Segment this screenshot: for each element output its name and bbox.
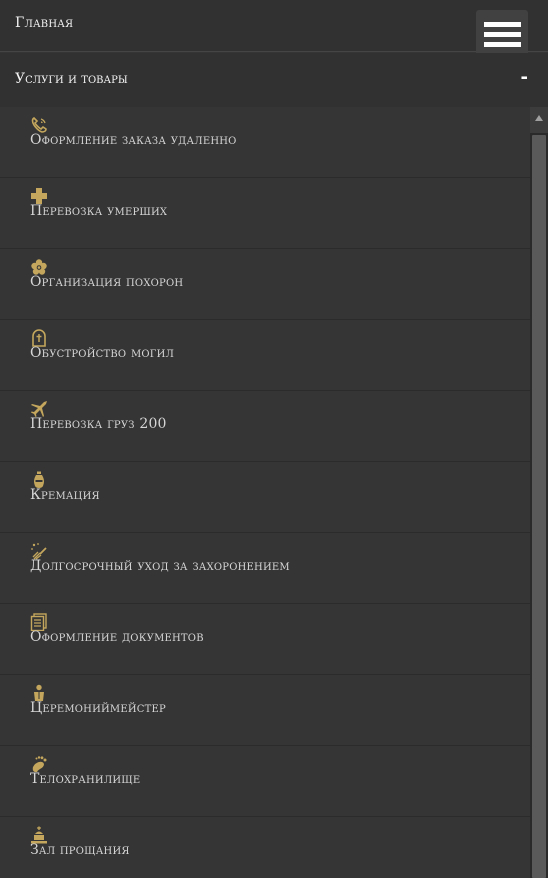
- scroll-up-arrow[interactable]: [530, 107, 548, 133]
- hamburger-line: [483, 32, 521, 37]
- nav-section-services[interactable]: Услуги и товары -: [0, 53, 548, 107]
- submenu-item-cargo-200[interactable]: Перевозка груз 200: [0, 391, 530, 462]
- submenu-item-funeral-organization[interactable]: Организация похорон: [0, 249, 530, 320]
- submenu-item-label: Долгосрочный уход за захоронением: [30, 558, 290, 574]
- submenu-item-label: Обустройство могил: [30, 345, 175, 361]
- nav-item-home-label: Главная: [15, 15, 74, 31]
- nav-item-home[interactable]: Главная: [0, 0, 548, 59]
- submenu-item-morgue[interactable]: Телохранилище: [0, 746, 530, 817]
- submenu-item-label: Кремация: [30, 487, 100, 503]
- mobile-menu-page: Главная Услуги и товары - Оформление зак…: [0, 0, 548, 878]
- vertical-scrollbar[interactable]: [530, 107, 548, 878]
- hamburger-line: [483, 42, 521, 47]
- submenu-item-label: Телохранилище: [30, 771, 141, 787]
- submenu-item-label: Перевозка умерших: [30, 203, 168, 219]
- collapse-icon[interactable]: -: [521, 67, 528, 88]
- scroll-thumb[interactable]: [532, 135, 546, 878]
- hamburger-menu-button[interactable]: [476, 10, 528, 59]
- submenu-item-label: Организация похорон: [30, 274, 184, 290]
- nav-section-services-label: Услуги и товары: [15, 71, 128, 87]
- hamburger-line: [483, 22, 521, 27]
- submenu-item-label: Оформление документов: [30, 629, 204, 645]
- submenu-item-master-of-ceremonies[interactable]: Церемониймейстер: [0, 675, 530, 746]
- submenu-item-label: Перевозка груз 200: [30, 416, 167, 432]
- submenu-item-label: Зал прощания: [30, 842, 130, 858]
- submenu-item-grave-arrangement[interactable]: Обустройство могил: [0, 320, 530, 391]
- submenu-item-label: Оформление заказа удаленно: [30, 132, 237, 148]
- submenu-item-farewell-hall[interactable]: Зал прощания: [0, 817, 530, 878]
- services-submenu: Оформление заказа удаленно Перевозка уме…: [0, 107, 530, 878]
- submenu-item-transport-deceased[interactable]: Перевозка умерших: [0, 178, 530, 249]
- submenu-item-remote-order[interactable]: Оформление заказа удаленно: [0, 107, 530, 178]
- submenu-item-label: Церемониймейстер: [30, 700, 166, 716]
- submenu-item-grave-care[interactable]: Долгосрочный уход за захоронением: [0, 533, 530, 604]
- submenu-item-cremation[interactable]: Кремация: [0, 462, 530, 533]
- submenu-item-documents[interactable]: Оформление документов: [0, 604, 530, 675]
